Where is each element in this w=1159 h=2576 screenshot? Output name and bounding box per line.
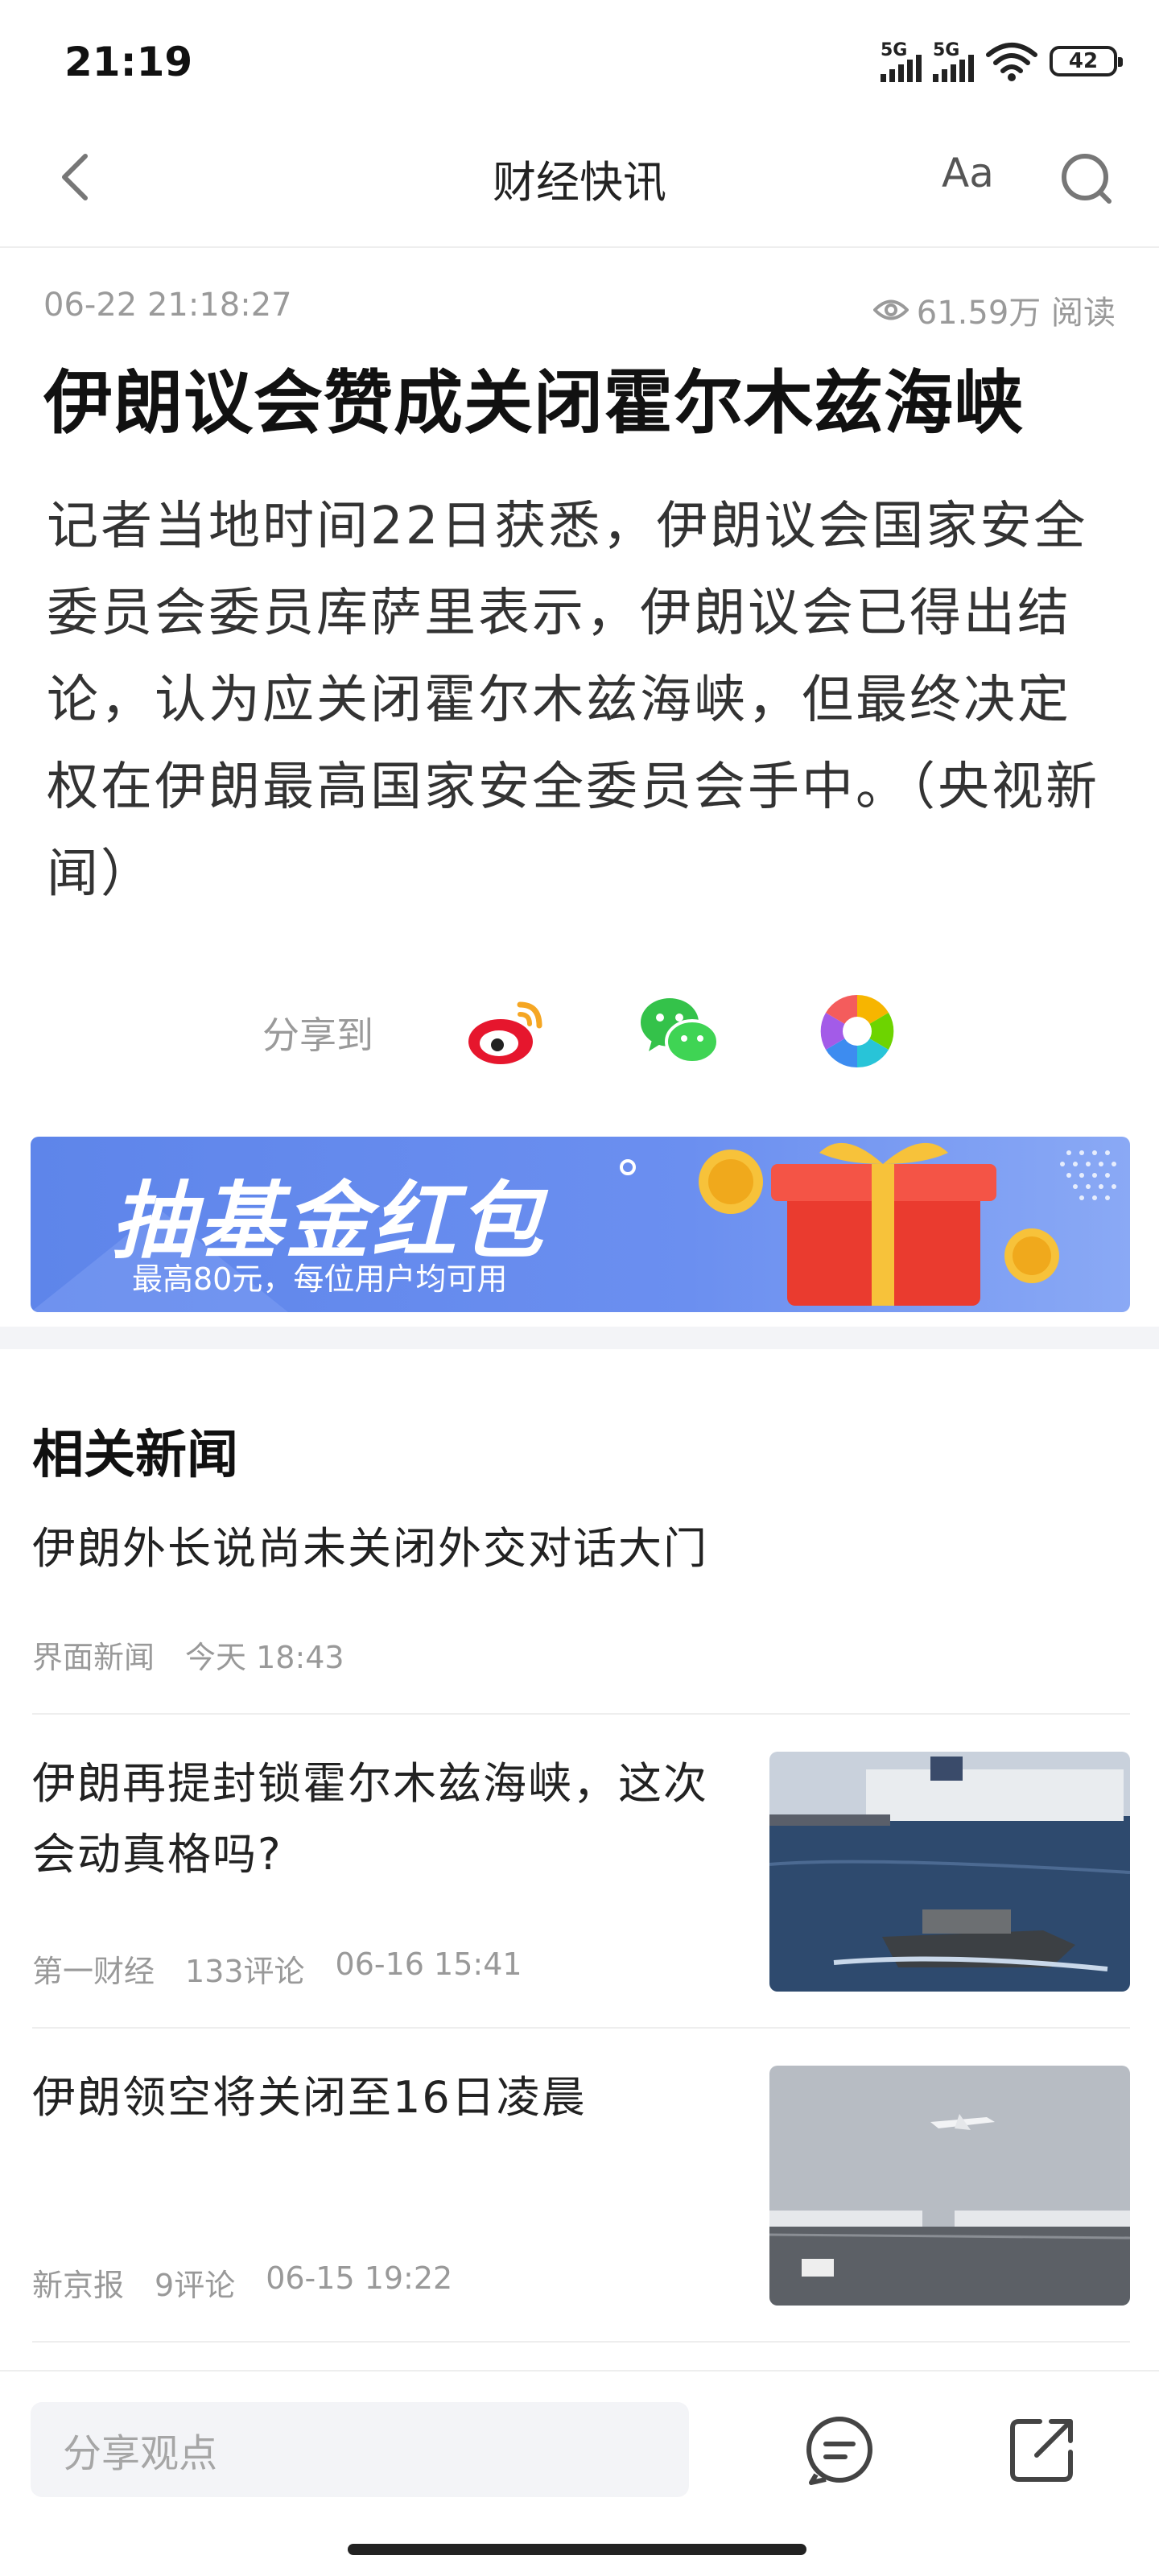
news-comments: 133评论 bbox=[185, 1954, 305, 1989]
article-body: 记者当地时间22日获悉，伊朗议会国家安全委员会委员库萨里表示，伊朗议会已得出结论… bbox=[47, 497, 1099, 904]
news-title: 伊朗外长说尚未关闭外交对话大门 bbox=[32, 1523, 708, 1574]
news-title: 伊朗再提封锁霍尔木兹海峡，这次会动真格吗? bbox=[32, 1758, 708, 1880]
battery-icon: 42 bbox=[1050, 46, 1123, 76]
cellular-signal-icon: 5G bbox=[881, 40, 922, 82]
news-time: 06-16 15:41 bbox=[335, 1946, 522, 1982]
list-divider bbox=[32, 2341, 1130, 2343]
comment-icon[interactable] bbox=[802, 2412, 877, 2487]
list-divider bbox=[32, 2027, 1130, 2029]
font-size-button[interactable]: Aa bbox=[942, 150, 994, 196]
news-source: 第一财经 bbox=[32, 1954, 155, 1989]
wifi-icon bbox=[986, 43, 1037, 81]
views-count: 61.59万 阅读 bbox=[916, 295, 1116, 332]
section-separator bbox=[0, 1327, 1159, 1349]
news-source: 新京报 bbox=[32, 2268, 125, 2303]
cellular-signal-icon: 5G bbox=[933, 40, 974, 82]
moments-icon[interactable] bbox=[813, 987, 901, 1075]
article-title: 伊朗议会赞成关闭霍尔木兹海峡 bbox=[43, 363, 1024, 444]
comment-input[interactable]: 分享观点 bbox=[31, 2402, 689, 2497]
news-thumbnail[interactable] bbox=[769, 2066, 1130, 2306]
status-icons: 5G 5G 42 bbox=[881, 37, 1123, 85]
banner-subtitle: 最高80元，每位用户均可用 bbox=[132, 1261, 508, 1297]
news-thumbnail[interactable] bbox=[769, 1752, 1130, 1992]
related-news-item[interactable]: 伊朗外长说尚未关闭外交对话大门 界面新闻 今天 18:43 bbox=[32, 1513, 1127, 1690]
wechat-icon[interactable] bbox=[636, 987, 724, 1075]
status-time: 21:19 bbox=[64, 39, 193, 85]
article-views: 61.59万 阅读 bbox=[872, 287, 1116, 333]
related-news-item[interactable]: 伊朗再提封锁霍尔木兹海峡，这次会动真格吗? 第一财经 133评论 06-16 1… bbox=[32, 1748, 740, 2006]
news-source: 界面新闻 bbox=[32, 1640, 155, 1675]
home-indicator[interactable] bbox=[348, 2544, 806, 2555]
related-news-item[interactable]: 伊朗领空将关闭至16日凌晨 新京报 9评论 06-15 19:22 bbox=[32, 2062, 740, 2320]
share-label: 分享到 bbox=[262, 1013, 373, 1057]
news-time: 今天 18:43 bbox=[185, 1640, 344, 1675]
share-icon[interactable] bbox=[1004, 2412, 1080, 2487]
news-meta: 第一财经 133评论 06-16 15:41 bbox=[32, 1946, 522, 1991]
eye-icon bbox=[872, 299, 909, 320]
weibo-icon[interactable] bbox=[462, 987, 551, 1075]
article-timestamp: 06-22 21:18:27 bbox=[43, 287, 292, 324]
search-icon[interactable] bbox=[1054, 147, 1119, 211]
nav-divider bbox=[0, 246, 1159, 248]
news-meta: 界面新闻 今天 18:43 bbox=[32, 1633, 344, 1677]
promo-banner[interactable]: 抽基金红包 最高80元，每位用户均可用 bbox=[31, 1137, 1130, 1312]
related-news-heading: 相关新闻 bbox=[32, 1426, 238, 1485]
bottom-bar-divider bbox=[0, 2370, 1159, 2372]
list-divider bbox=[32, 1713, 1130, 1715]
news-comments: 9评论 bbox=[155, 2268, 236, 2303]
news-meta: 新京报 9评论 06-15 19:22 bbox=[32, 2260, 452, 2305]
news-time: 06-15 19:22 bbox=[266, 2260, 453, 2296]
news-title: 伊朗领空将关闭至16日凌晨 bbox=[32, 2072, 587, 2123]
